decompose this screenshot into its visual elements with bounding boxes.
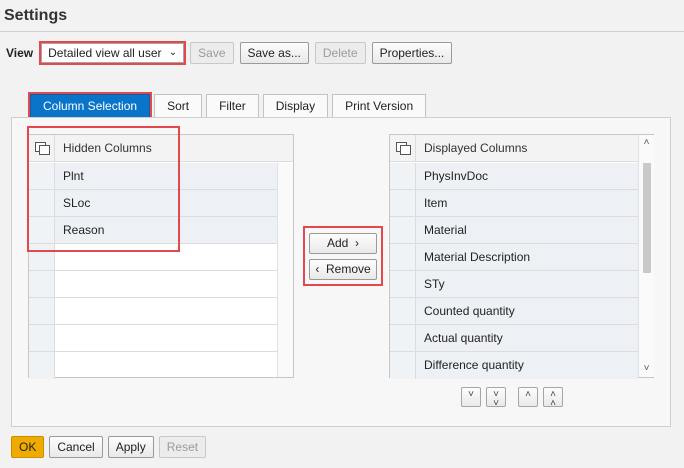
table-row[interactable]: Difference quantity: [390, 352, 638, 379]
view-label: View: [6, 46, 34, 60]
add-button[interactable]: Add ›: [309, 233, 377, 254]
properties-button[interactable]: Properties...: [371, 42, 453, 64]
displayed-columns-header-row: Displayed Columns: [390, 135, 638, 162]
row-selector[interactable]: [390, 352, 416, 379]
row-selector[interactable]: [29, 352, 55, 379]
displayed-column-item: Actual quantity: [416, 325, 638, 351]
displayed-column-item: Difference quantity: [416, 352, 638, 379]
move-down-icon[interactable]: ˅: [461, 387, 481, 407]
transfer-buttons: Add › ‹ Remove: [303, 226, 383, 286]
empty-cell: [55, 271, 277, 297]
reset-button[interactable]: Reset: [158, 436, 207, 458]
row-selector[interactable]: [390, 271, 416, 297]
table-row[interactable]: Material Description: [390, 244, 638, 271]
chevron-down-icon[interactable]: ˅: [639, 363, 654, 374]
empty-cell: [55, 352, 277, 379]
view-toolbar: View Detailed view all user ⌄ Save Save …: [6, 41, 453, 65]
page-title: Settings: [4, 7, 68, 24]
copy-icon: [395, 142, 411, 155]
row-selector[interactable]: [390, 298, 416, 324]
table-row[interactable]: [29, 352, 277, 379]
table-row[interactable]: STy: [390, 271, 638, 298]
displayed-column-item: STy: [416, 271, 638, 297]
chevron-down-icon: ⌄: [168, 47, 178, 58]
move-to-top-icon[interactable]: ˄ ˄: [543, 387, 563, 409]
tab-display[interactable]: Display: [262, 94, 329, 117]
displayed-columns-scrollbar[interactable]: ˄ ˅: [638, 135, 654, 377]
table-row[interactable]: Counted quantity: [390, 298, 638, 325]
view-select-value: Detailed view all user: [48, 46, 162, 60]
select-all-cell[interactable]: [390, 135, 416, 161]
row-selector[interactable]: [29, 298, 55, 324]
table-row[interactable]: PhysInvDoc: [390, 163, 638, 190]
row-selector[interactable]: [29, 271, 55, 297]
tab-bar: Column Selection Sort Filter Display Pri…: [27, 92, 430, 119]
cancel-button[interactable]: Cancel: [49, 436, 103, 458]
table-row[interactable]: Actual quantity: [390, 325, 638, 352]
table-row[interactable]: Item: [390, 190, 638, 217]
displayed-column-item: Material Description: [416, 244, 638, 270]
save-as-button[interactable]: Save as...: [239, 42, 309, 64]
empty-cell: [55, 325, 277, 351]
title-divider: [0, 31, 684, 32]
column-order-buttons: ˅ ˅ ˅ ˄ ˄ ˄: [461, 387, 568, 409]
ok-button[interactable]: OK: [11, 436, 45, 458]
chevron-up-icon[interactable]: ˄: [639, 137, 654, 148]
row-selector[interactable]: [390, 217, 416, 243]
displayed-columns-header: Displayed Columns: [424, 141, 528, 155]
tab-print-version[interactable]: Print Version: [332, 94, 427, 117]
save-button[interactable]: Save: [190, 42, 234, 64]
view-select[interactable]: Detailed view all user ⌄: [39, 41, 187, 65]
tab-column-selection[interactable]: Column Selection: [27, 92, 153, 119]
move-to-bottom-icon[interactable]: ˅ ˅: [486, 387, 506, 409]
delete-button[interactable]: Delete: [314, 42, 366, 64]
empty-cell: [55, 298, 277, 324]
scrollbar-thumb[interactable]: [643, 163, 651, 273]
displayed-columns-table: Displayed Columns PhysInvDoc Item Materi…: [389, 134, 654, 379]
table-row[interactable]: [29, 271, 277, 298]
remove-button[interactable]: ‹ Remove: [309, 259, 377, 280]
table-row[interactable]: [29, 325, 277, 352]
tab-filter[interactable]: Filter: [206, 94, 259, 117]
displayed-column-item: PhysInvDoc: [416, 163, 638, 189]
add-label: Add: [326, 236, 349, 250]
row-selector[interactable]: [390, 244, 416, 270]
hidden-columns-scrollbar[interactable]: [277, 163, 293, 377]
table-row[interactable]: [29, 298, 277, 325]
move-up-icon[interactable]: ˄: [518, 387, 538, 407]
displayed-column-item: Material: [416, 217, 638, 243]
row-selector[interactable]: [390, 163, 416, 189]
dialog-footer: OK Cancel Apply Reset: [11, 436, 211, 458]
row-selector[interactable]: [29, 325, 55, 351]
displayed-column-item: Item: [416, 190, 638, 216]
displayed-column-item: Counted quantity: [416, 298, 638, 324]
row-selector[interactable]: [390, 190, 416, 216]
tab-sort[interactable]: Sort: [154, 94, 203, 117]
hidden-columns-highlight: [27, 126, 180, 252]
remove-label: Remove: [326, 262, 371, 276]
apply-button[interactable]: Apply: [107, 436, 154, 458]
row-selector[interactable]: [390, 325, 416, 351]
chevron-right-icon: ›: [351, 236, 360, 250]
chevron-left-icon: ‹: [315, 262, 323, 276]
table-row[interactable]: Material: [390, 217, 638, 244]
